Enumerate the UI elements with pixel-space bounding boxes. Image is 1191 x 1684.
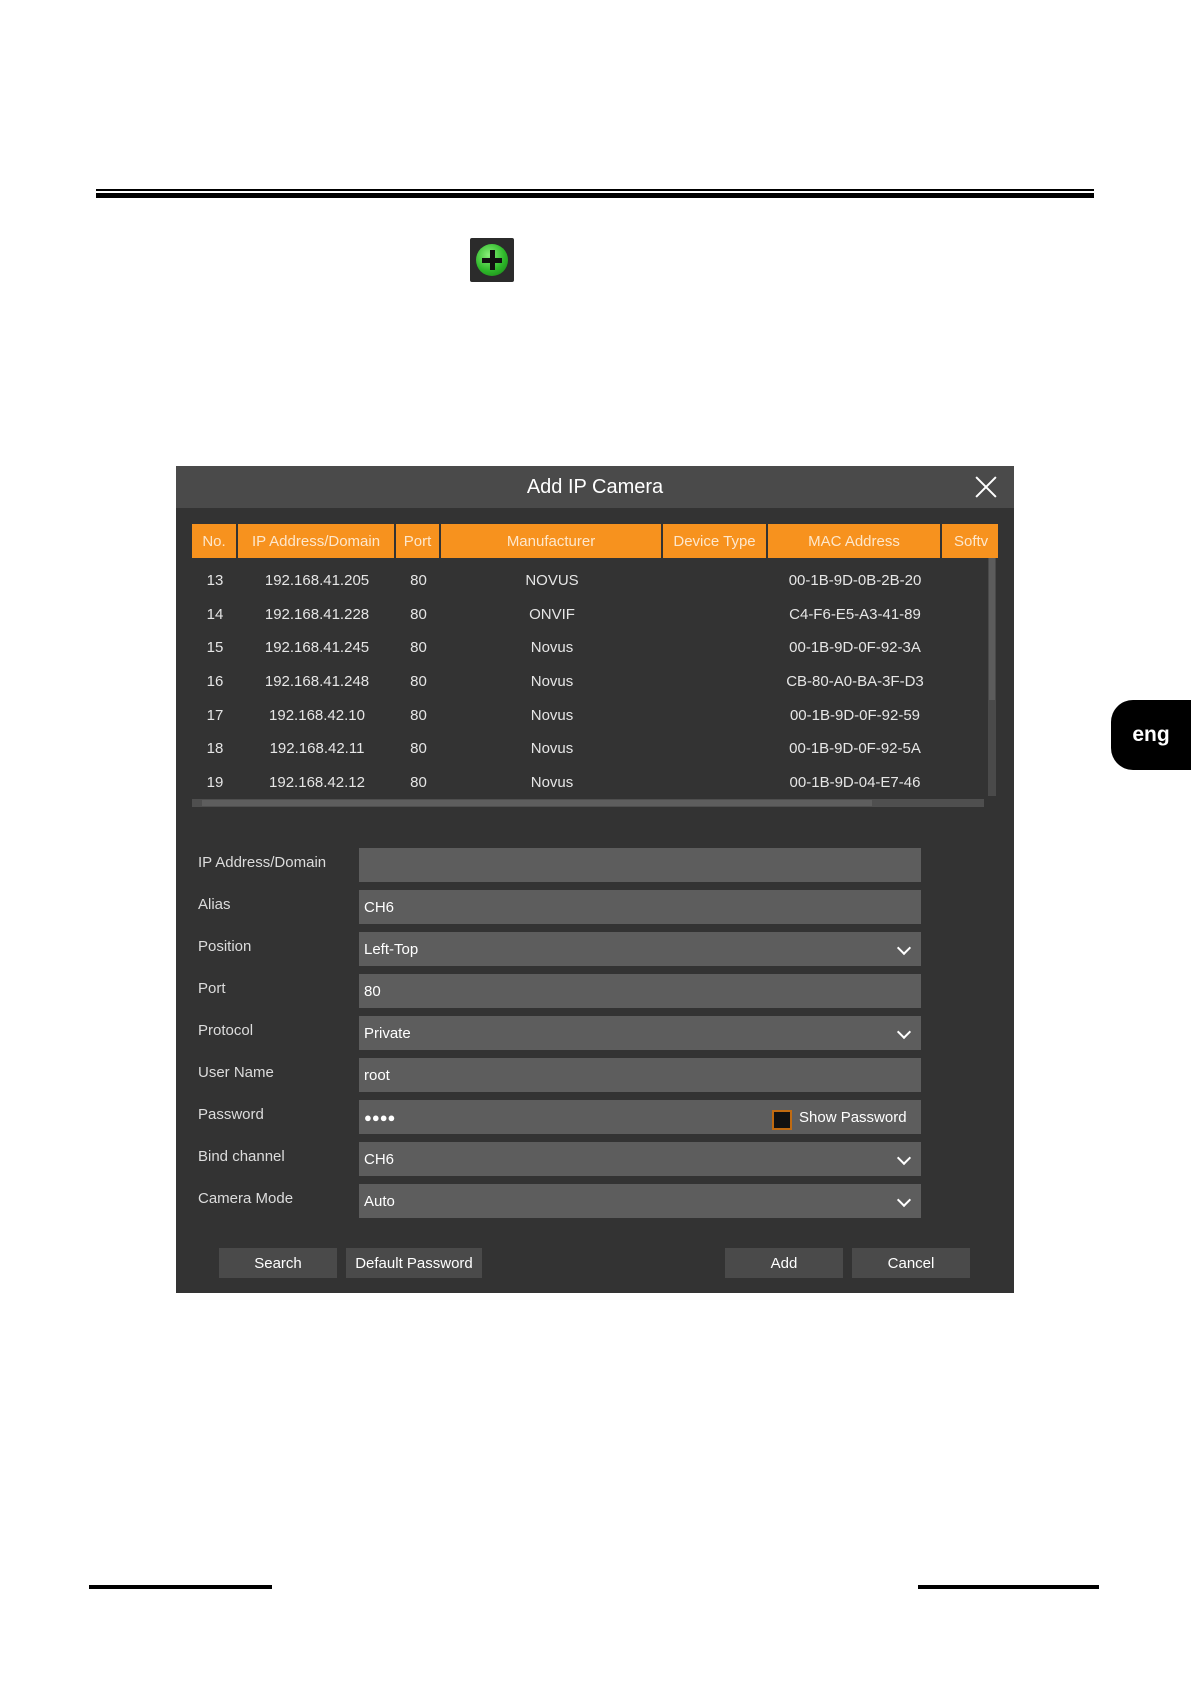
protocol-label: Protocol [198, 1022, 254, 1039]
table-cell: 192.168.42.11 [269, 740, 365, 758]
table-cell: 13 [206, 572, 224, 590]
table-cell: Novus [530, 673, 574, 691]
table-cell: ONVIF [529, 605, 575, 623]
vertical-scroll-thumb[interactable] [989, 558, 995, 700]
ip-address-label: IP Address/Domain [198, 854, 327, 871]
table-cell: 80 [410, 706, 427, 724]
add-camera-plus-icon [470, 238, 514, 282]
table-cell: 00-1B-9D-0B-2B-20 [788, 572, 922, 590]
show-password-checkbox[interactable] [772, 1110, 792, 1130]
col-header-device-type[interactable]: Device Type [663, 524, 766, 558]
table-cell: 15 [206, 639, 224, 657]
camera-mode-label: Camera Mode [198, 1190, 294, 1207]
table-header: No. IP Address/Domain Port Manufacturer … [192, 524, 1000, 558]
add-ip-camera-dialog: Add IP Camera No. IP Address/Domain Port… [176, 466, 1014, 1293]
cancel-button[interactable]: Cancel [852, 1248, 970, 1278]
vertical-scrollbar[interactable] [988, 558, 996, 796]
table-cell: 17 [206, 706, 224, 724]
position-label: Position [198, 938, 252, 955]
table-cell: 80 [410, 773, 427, 791]
col-header-software[interactable]: Softv [942, 524, 998, 558]
col-header-mac[interactable]: MAC Address [768, 524, 940, 558]
language-tab: eng [1111, 700, 1191, 770]
col-header-port[interactable]: Port [396, 524, 439, 558]
table-cell: 00-1B-9D-0F-92-59 [789, 706, 921, 724]
col-header-manufacturer[interactable]: Manufacturer [441, 524, 661, 558]
col-header-no[interactable]: No. [192, 524, 236, 558]
header-rule-thick [96, 193, 1094, 198]
dialog-title: Add IP Camera [526, 475, 664, 498]
port-input[interactable]: 80 [359, 974, 921, 1008]
table-row[interactable]: 15 192.168.41.245 80 Novus 00-1B-9D-0F-92-3A [192, 631, 982, 665]
table-cell: 16 [206, 673, 224, 691]
search-button[interactable]: Search [219, 1248, 337, 1278]
table-cell: CB-80-A0-BA-3F-D3 [786, 673, 924, 691]
table-cell: NOVUS [525, 572, 579, 590]
plus-icon-ball [476, 244, 508, 276]
table-cell: Novus [530, 773, 574, 791]
table-cell: 80 [410, 639, 427, 657]
alias-input[interactable]: CH6 [359, 890, 921, 924]
position-select[interactable]: Left-Top [359, 932, 921, 966]
table-cell: Novus [530, 706, 574, 724]
header-rule-thin [96, 189, 1094, 191]
camera-mode-select[interactable]: Auto [359, 1184, 921, 1218]
table-cell: 80 [410, 605, 427, 623]
alias-label: Alias [198, 896, 231, 913]
table-row[interactable]: 19 192.168.42.12 80 Novus 00-1B-9D-04-E7-46 [192, 766, 982, 800]
table-cell: 80 [410, 572, 427, 590]
ip-address-input[interactable] [359, 848, 921, 882]
table-cell: 14 [206, 605, 224, 623]
table-cell: 192.168.41.245 [264, 639, 370, 657]
horizontal-scrollbar[interactable] [192, 799, 984, 807]
table-body: 13 192.168.41.205 80 NOVUS 00-1B-9D-0B-2B-20… [192, 564, 982, 799]
table-row[interactable]: 13 192.168.41.205 80 NOVUS 00-1B-9D-0B-2B-20 [192, 564, 982, 598]
table-cell: 192.168.41.205 [264, 572, 370, 590]
table-cell: 192.168.42.12 [269, 773, 365, 791]
table-row[interactable]: 16 192.168.41.248 80 Novus CB-80-A0-BA-3F-D3 [192, 665, 982, 699]
add-button[interactable]: Add [725, 1248, 843, 1278]
table-cell: 00-1B-9D-0F-92-3A [789, 639, 921, 657]
bind-channel-select[interactable]: CH6 [359, 1142, 921, 1176]
port-label: Port [198, 980, 226, 997]
horizontal-scroll-thumb[interactable] [202, 800, 872, 806]
chevron-down-icon [896, 1024, 912, 1040]
username-input[interactable]: root [359, 1058, 921, 1092]
table-cell: 192.168.42.10 [269, 706, 365, 724]
chevron-down-icon [896, 1150, 912, 1166]
camera-mode-value: Auto [364, 1192, 395, 1210]
table-cell: Novus [530, 740, 574, 758]
table-cell: C4-F6-E5-A3-41-89 [789, 605, 921, 623]
table-cell: 192.168.41.248 [264, 673, 370, 691]
table-cell: Novus [530, 639, 574, 657]
dialog-titlebar: Add IP Camera [176, 466, 1014, 508]
chevron-down-icon [896, 1192, 912, 1208]
bind-channel-label: Bind channel [198, 1148, 285, 1165]
table-cell: 18 [206, 740, 224, 758]
table-row[interactable]: 14 192.168.41.228 80 ONVIF C4-F6-E5-A3-41-89 [192, 598, 982, 632]
table-cell: 192.168.41.228 [264, 605, 370, 623]
footer-rule-left [89, 1585, 272, 1589]
default-password-button[interactable]: Default Password [346, 1248, 482, 1278]
bind-channel-value: CH6 [364, 1150, 395, 1168]
table-cell: 80 [410, 673, 427, 691]
username-label: User Name [198, 1064, 274, 1081]
position-value: Left-Top [364, 940, 419, 958]
table-cell: 00-1B-9D-04-E7-46 [789, 773, 921, 791]
table-cell: 00-1B-9D-0F-92-5A [789, 740, 921, 758]
col-header-ip[interactable]: IP Address/Domain [238, 524, 394, 558]
table-row[interactable]: 18 192.168.42.11 80 Novus 00-1B-9D-0F-92-5A [192, 732, 982, 766]
table-row[interactable]: 17 192.168.42.10 80 Novus 00-1B-9D-0F-92-59 [192, 698, 982, 732]
chevron-down-icon [896, 940, 912, 956]
protocol-value: Private [364, 1024, 411, 1042]
camera-table: No. IP Address/Domain Port Manufacturer … [192, 524, 1000, 814]
table-cell: 80 [410, 740, 427, 758]
table-cell: 19 [206, 773, 224, 791]
password-label: Password [198, 1106, 264, 1123]
show-password-label: Show Password [799, 1109, 907, 1126]
protocol-select[interactable]: Private [359, 1016, 921, 1050]
close-icon[interactable] [974, 475, 998, 499]
footer-rule-right [918, 1585, 1099, 1589]
